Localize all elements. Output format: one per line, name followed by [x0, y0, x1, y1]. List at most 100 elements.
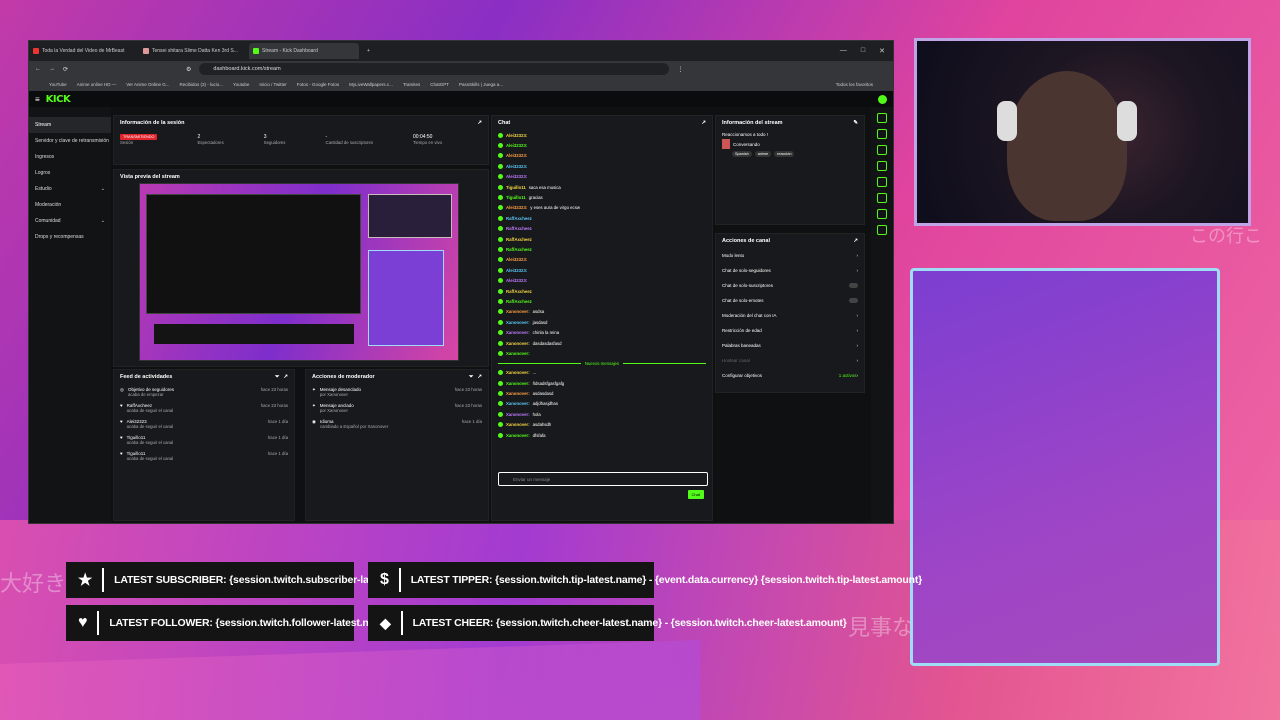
all-bookmarks[interactable]: Todos los favoritos: [836, 82, 873, 87]
chat-username[interactable]: Alei32323:: [506, 174, 527, 179]
bookmark[interactable]: PassSkills | Juega a...: [459, 82, 503, 87]
kick-logo[interactable]: KICK: [46, 94, 71, 105]
channel-action-item[interactable]: Chat de solo-seguidores ›: [716, 263, 864, 278]
forward-icon[interactable]: →: [49, 66, 55, 72]
category-thumbnail: [722, 139, 730, 149]
chat-username[interactable]: Xanonover:: [506, 370, 530, 375]
chat-username[interactable]: Xanonover:: [506, 351, 530, 356]
chat-username[interactable]: RaffAxcheez: [506, 289, 532, 294]
toggle-switch[interactable]: [849, 298, 858, 303]
filter-icon[interactable]: ⏷: [275, 374, 279, 381]
chat-username[interactable]: Alei32323:: [506, 257, 527, 262]
chat-username[interactable]: Xanonover:: [506, 412, 530, 417]
browser-tab[interactable]: Toda la Verdad del Video de MrBeast: [29, 43, 139, 59]
expand-icon[interactable]: ↗: [853, 238, 858, 244]
chat-username[interactable]: RaffAxcheez: [506, 299, 532, 304]
bookmark[interactable]: Anime online HD —: [77, 82, 117, 87]
pin-icon: ✦: [312, 387, 316, 392]
reload-icon[interactable]: ⟳: [63, 66, 68, 73]
channel-action-item[interactable]: Restricción de edad ›: [716, 323, 864, 338]
browser-tab[interactable]: Tensei shitara Slime Datta Ken 3rd S...: [139, 43, 249, 59]
site-icon: [143, 48, 149, 54]
close-icon[interactable]: ✕: [879, 47, 885, 55]
bookmark[interactable]: Recibidos (3) - lucio...: [179, 82, 223, 87]
url-input[interactable]: dashboard.kick.com/stream: [199, 63, 670, 75]
chat-username[interactable]: Tiguillo11: [506, 185, 526, 190]
filter-icon[interactable]: ⏷: [469, 374, 473, 381]
sidebar-item-server-key[interactable]: Servidor y clave de retransmisión: [29, 133, 111, 149]
channel-action-item[interactable]: Hostear canal ›: [716, 353, 864, 368]
quick-action-button[interactable]: [877, 177, 887, 187]
quick-action-button[interactable]: [877, 129, 887, 139]
chat-username[interactable]: Alei32323:: [506, 143, 527, 148]
channel-action-item[interactable]: Palabras baneadas ›: [716, 338, 864, 353]
quick-action-button[interactable]: [877, 145, 887, 155]
sidebar-item-achievements[interactable]: Logros: [29, 165, 111, 181]
edit-icon[interactable]: ✎: [853, 120, 858, 126]
quick-action-button[interactable]: [877, 193, 887, 203]
sidebar-item-stream[interactable]: Stream: [29, 117, 111, 133]
chat-username[interactable]: Xanonover:: [506, 391, 530, 396]
channel-action-item[interactable]: Moderación del chat con IA ›: [716, 308, 864, 323]
menu-icon[interactable]: ≡: [35, 95, 40, 104]
channel-action-item[interactable]: Chat de solo-suscriptores: [716, 278, 864, 293]
chat-username[interactable]: Xanonover:: [506, 309, 530, 314]
sidebar-item-moderation[interactable]: Moderación: [29, 197, 111, 213]
bookmark[interactable]: Youtube: [233, 82, 249, 87]
tune-icon[interactable]: ⚙: [186, 66, 191, 73]
sidebar-item-income[interactable]: Ingresos: [29, 149, 111, 165]
expand-icon[interactable]: ↗: [701, 120, 706, 126]
chat-username[interactable]: Alei32323:: [506, 205, 527, 210]
chat-username[interactable]: RaffAxcheez: [506, 226, 532, 231]
bookmark[interactable]: Inicio / Twitter: [259, 82, 286, 87]
bookmark[interactable]: YouTube: [49, 82, 67, 87]
chat-username[interactable]: Alei32323:: [506, 164, 527, 169]
stream-preview-video[interactable]: [139, 183, 459, 361]
category-name: Conversando: [733, 141, 760, 147]
chat-username[interactable]: Alei32323:: [506, 278, 527, 283]
bookmark[interactable]: MyLiveWallpapers.c...: [349, 82, 393, 87]
chat-username[interactable]: RaffAxcheez: [506, 237, 532, 242]
chat-username[interactable]: Xanonover:: [506, 433, 530, 438]
chat-username[interactable]: RaffAxcheez: [506, 247, 532, 252]
chat-username[interactable]: Tiguillo11: [506, 195, 526, 200]
bookmark[interactable]: Fotos - Google Fotos: [297, 82, 339, 87]
chat-input[interactable]: Enviar un mensaje: [498, 472, 708, 486]
quick-action-button[interactable]: [877, 113, 887, 123]
chat-username[interactable]: Xanonover:: [506, 401, 530, 406]
bookmark[interactable]: Ver Anime Online G...: [126, 82, 169, 87]
extensions-icon[interactable]: ⋮: [677, 66, 683, 73]
chat-username[interactable]: Xanonover:: [506, 422, 530, 427]
browser-tab-active[interactable]: Stream - Kick Dashboard: [249, 43, 359, 59]
chat-username[interactable]: Alei32323:: [506, 133, 527, 138]
back-icon[interactable]: ←: [35, 66, 41, 72]
badge-icon: [498, 401, 503, 407]
minimize-icon[interactable]: —: [840, 47, 847, 55]
maximize-icon[interactable]: □: [861, 47, 865, 55]
chat-username[interactable]: Xanonover:: [506, 320, 530, 325]
chat-username[interactable]: Xanonover:: [506, 341, 530, 346]
chat-username[interactable]: Alei32323:: [506, 153, 527, 158]
channel-action-item[interactable]: Configurar objetivos 1 activos ›: [716, 368, 864, 383]
bookmark[interactable]: ChatGPT: [430, 82, 449, 87]
expand-icon[interactable]: ↗: [283, 374, 288, 380]
chat-username[interactable]: Xanonover:: [506, 381, 530, 386]
chat-username[interactable]: Alei32323:: [506, 268, 527, 273]
expand-icon[interactable]: ↗: [477, 120, 482, 126]
chat-username[interactable]: RaffAxcheez: [506, 216, 532, 221]
sidebar-item-studio[interactable]: Estudio ⌄: [29, 181, 111, 197]
quick-action-button[interactable]: [877, 225, 887, 235]
channel-action-item[interactable]: Modo lento ›: [716, 248, 864, 263]
chat-username[interactable]: Xanonover:: [506, 330, 530, 335]
chat-send-button[interactable]: Chat: [687, 490, 704, 499]
sidebar-item-drops[interactable]: Drops y recompensas: [29, 229, 111, 245]
expand-icon[interactable]: ↗: [477, 374, 482, 380]
quick-action-button[interactable]: [877, 209, 887, 219]
quick-action-button[interactable]: [877, 161, 887, 171]
toggle-switch[interactable]: [849, 283, 858, 288]
bookmark[interactable]: Tramites: [403, 82, 420, 87]
channel-action-item[interactable]: Chat de solo-emotes: [716, 293, 864, 308]
new-tab-icon[interactable]: +: [359, 48, 370, 54]
avatar[interactable]: [878, 94, 887, 104]
sidebar-item-community[interactable]: Comunidad ⌄: [29, 213, 111, 229]
